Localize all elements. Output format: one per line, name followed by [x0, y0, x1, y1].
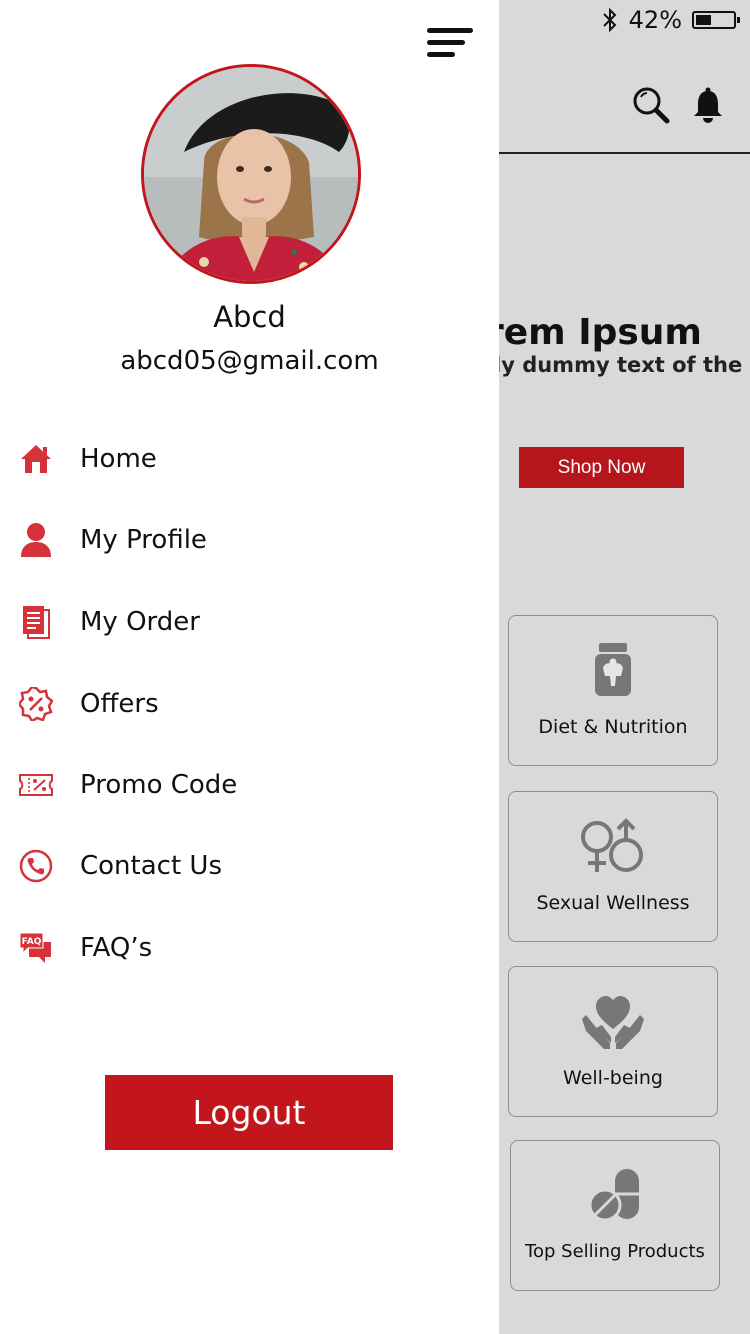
discount-badge-icon — [19, 687, 53, 721]
menu-item-contact-us[interactable]: Contact Us — [18, 844, 222, 888]
pills-icon — [588, 1169, 639, 1222]
category-label: Diet & Nutrition — [538, 716, 688, 738]
gender-symbols-icon — [581, 818, 643, 872]
category-label: Well-being — [563, 1067, 663, 1089]
menu-item-label: FAQ’s — [80, 933, 153, 963]
supplement-jar-icon — [595, 643, 631, 696]
menu-item-label: My Profile — [80, 525, 207, 555]
profile-photo — [144, 67, 358, 281]
menu-item-label: Promo Code — [80, 770, 238, 800]
menu-item-label: Home — [80, 444, 157, 474]
header-actions — [632, 86, 724, 124]
category-label: Sexual Wellness — [536, 892, 690, 914]
search-icon[interactable] — [632, 86, 670, 124]
menu-toggle-icon[interactable] — [427, 28, 473, 60]
menu-item-label: My Order — [80, 607, 200, 637]
battery-percent: 42% — [628, 6, 682, 34]
menu-item-label: Offers — [80, 689, 159, 719]
menu-item-faqs[interactable]: FAQ FAQ’s — [18, 926, 152, 970]
avatar — [141, 64, 361, 284]
menu-item-offers[interactable]: Offers — [18, 682, 159, 726]
bluetooth-icon — [602, 7, 617, 33]
shop-now-button[interactable]: Shop Now — [519, 447, 684, 488]
user-name: Abcd — [213, 300, 286, 334]
coupon-icon — [19, 774, 53, 796]
status-bar: 42% — [601, 6, 740, 34]
category-card-diet-nutrition[interactable]: Diet & Nutrition — [508, 615, 718, 766]
menu-item-home[interactable]: Home — [18, 437, 157, 481]
menu-item-label: Contact Us — [80, 851, 222, 881]
menu-item-my-order[interactable]: My Order — [18, 600, 200, 644]
svg-text:FAQ: FAQ — [22, 937, 42, 947]
logout-button[interactable]: Logout — [105, 1075, 393, 1150]
heart-in-hands-icon — [582, 996, 644, 1049]
menu-item-promo-code[interactable]: Promo Code — [18, 763, 237, 807]
user-icon — [21, 523, 51, 557]
faq-chat-icon: FAQ — [19, 932, 51, 963]
category-card-sexual-wellness[interactable]: Sexual Wellness — [508, 791, 718, 942]
category-label: Top Selling Products — [525, 1241, 705, 1262]
home-icon — [21, 445, 51, 473]
phone-icon — [19, 849, 53, 883]
document-icon — [23, 606, 50, 639]
category-card-top-selling[interactable]: Top Selling Products — [510, 1140, 720, 1291]
hero-title: rem Ipsum — [486, 312, 702, 353]
header-divider — [498, 152, 750, 154]
bell-icon[interactable] — [692, 87, 724, 123]
category-card-well-being[interactable]: Well-being — [508, 966, 718, 1117]
navigation-drawer: Abcd abcd05@gmail.com Home My Profile My… — [0, 0, 499, 1334]
user-email: abcd05@gmail.com — [120, 346, 379, 376]
hero-subtitle: ly dummy text of the — [494, 353, 743, 377]
menu-item-my-profile[interactable]: My Profile — [18, 518, 207, 562]
battery-icon — [692, 11, 740, 29]
